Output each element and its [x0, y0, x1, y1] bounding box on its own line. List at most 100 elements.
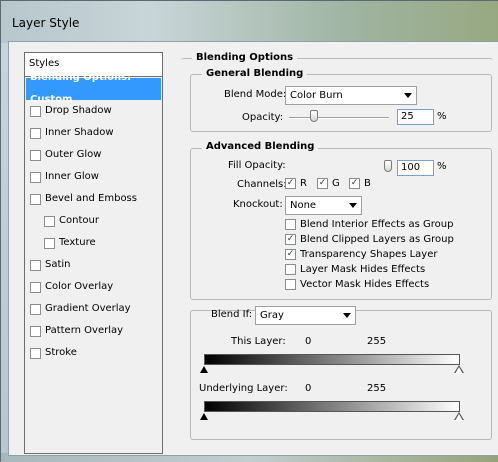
- option-label: Blend Interior Effects as Group: [300, 219, 454, 230]
- option-checkbox[interactable]: [285, 264, 296, 275]
- styles-list: Styles Blending Options: Custom Drop Shad…: [24, 52, 163, 454]
- style-item-pattern-overlay[interactable]: Pattern Overlay: [26, 320, 161, 342]
- style-item-checkbox[interactable]: [44, 237, 55, 249]
- underlying-layer-gradient: [204, 401, 460, 412]
- option-label: Vector Mask Hides Effects: [300, 279, 430, 290]
- option-transparency-shapes-layer[interactable]: Transparency Shapes Layer: [285, 249, 437, 260]
- blend-mode-select[interactable]: Color Burn: [285, 86, 417, 105]
- style-item-stroke[interactable]: Stroke: [26, 342, 161, 364]
- window-title: Layer Style: [12, 16, 80, 30]
- style-item-contour[interactable]: Contour: [26, 210, 161, 232]
- option-checkbox[interactable]: [285, 279, 296, 290]
- fill-opacity-label: Fill Opacity:: [228, 160, 286, 171]
- option-checkbox[interactable]: [285, 249, 296, 260]
- style-item-checkbox[interactable]: [30, 171, 41, 183]
- option-blend-interior-effects-as-group[interactable]: Blend Interior Effects as Group: [285, 219, 453, 230]
- style-item-inner-shadow[interactable]: Inner Shadow: [26, 122, 161, 144]
- style-item-checkbox[interactable]: [30, 259, 41, 271]
- style-item-outer-glow[interactable]: Outer Glow: [26, 144, 161, 166]
- option-checkbox[interactable]: [285, 234, 296, 245]
- this-layer-gradient: [204, 354, 460, 365]
- option-vector-mask-hides-effects[interactable]: Vector Mask Hides Effects: [285, 279, 429, 290]
- channel-r[interactable]: R: [285, 178, 307, 189]
- style-item-drop-shadow[interactable]: Drop Shadow: [26, 100, 161, 122]
- blend-if-label: Blend If:: [211, 309, 253, 320]
- fill-opacity-ticks: [290, 165, 388, 167]
- channel-g-checkbox[interactable]: [317, 178, 328, 189]
- channel-r-label: R: [300, 178, 307, 189]
- opacity-input[interactable]: 25: [397, 109, 434, 125]
- channel-g-label: G: [332, 178, 340, 189]
- style-item-label: Outer Glow: [45, 149, 102, 160]
- style-item-checkbox[interactable]: [30, 193, 41, 205]
- channel-g[interactable]: G: [317, 178, 340, 189]
- underlying-layer-white-slider[interactable]: [455, 414, 463, 421]
- this-layer-label: This Layer:: [231, 336, 286, 347]
- this-layer-max: 255: [367, 336, 387, 347]
- blend-if-select[interactable]: Gray: [255, 306, 356, 325]
- option-layer-mask-hides-effects[interactable]: Layer Mask Hides Effects: [285, 264, 425, 275]
- style-item-checkbox[interactable]: [30, 105, 41, 117]
- dialog-client-area: Styles Blending Options: Custom Drop Shad…: [8, 41, 498, 456]
- option-label: Blend Clipped Layers as Group: [300, 234, 454, 245]
- knockout-label: Knockout:: [233, 199, 283, 210]
- channel-b-label: B: [364, 178, 371, 189]
- channel-b[interactable]: B: [349, 178, 371, 189]
- style-item-texture[interactable]: Texture: [26, 232, 161, 254]
- underlying-layer-min: 0: [305, 383, 312, 394]
- style-item-label: Texture: [59, 237, 96, 248]
- fill-opacity-value: 100: [401, 162, 421, 173]
- opacity-value: 25: [401, 111, 414, 122]
- blend-mode-label: Blend Mode:: [224, 89, 287, 100]
- style-item-checkbox[interactable]: [30, 149, 41, 161]
- blend-if-value: Gray: [260, 310, 284, 321]
- fill-opacity-input[interactable]: 100: [397, 160, 434, 176]
- channel-r-checkbox[interactable]: [285, 178, 296, 189]
- channel-b-checkbox[interactable]: [349, 178, 360, 189]
- blending-options-title: Blending Options: [192, 52, 298, 63]
- style-item-label: Bevel and Emboss: [45, 193, 137, 204]
- this-layer-white-slider[interactable]: [455, 367, 463, 374]
- style-item-label: Color Overlay: [45, 281, 114, 292]
- style-item-checkbox[interactable]: [30, 281, 41, 293]
- style-item-checkbox[interactable]: [30, 347, 41, 359]
- title-bar[interactable]: Layer Style: [1, 1, 498, 43]
- opacity-label: Opacity:: [242, 112, 284, 123]
- style-item-checkbox[interactable]: [44, 215, 55, 227]
- fill-opacity-unit: %: [437, 161, 447, 172]
- style-item-label: Inner Shadow: [45, 127, 114, 138]
- style-item-checkbox[interactable]: [30, 127, 41, 139]
- style-item-label: Stroke: [45, 347, 77, 358]
- underlying-layer-black-slider[interactable]: [200, 413, 208, 420]
- style-item-satin[interactable]: Satin: [26, 254, 161, 276]
- blend-mode-value: Color Burn: [290, 90, 343, 101]
- this-layer-min: 0: [305, 336, 312, 347]
- style-item-gradient-overlay[interactable]: Gradient Overlay: [26, 298, 161, 320]
- style-item-label: Drop Shadow: [45, 105, 112, 116]
- style-item-label: Inner Glow: [45, 171, 99, 182]
- option-blend-clipped-layers-as-group[interactable]: Blend Clipped Layers as Group: [285, 234, 454, 245]
- style-item-checkbox[interactable]: [30, 325, 41, 337]
- chevron-down-icon: [349, 203, 357, 208]
- channels-label: Channels:: [237, 179, 287, 190]
- option-checkbox[interactable]: [285, 219, 296, 230]
- chevron-down-icon: [404, 93, 412, 98]
- style-item-checkbox[interactable]: [30, 303, 41, 315]
- style-item-bevel-and-emboss[interactable]: Bevel and Emboss: [26, 188, 161, 210]
- opacity-unit: %: [437, 111, 447, 122]
- general-blending-title: General Blending: [202, 68, 308, 79]
- this-layer-black-slider[interactable]: [200, 366, 208, 373]
- style-item-inner-glow[interactable]: Inner Glow: [26, 166, 161, 188]
- opacity-slider-thumb[interactable]: [310, 110, 318, 122]
- option-label: Layer Mask Hides Effects: [300, 264, 426, 275]
- underlying-layer-label: Underlying Layer:: [199, 383, 288, 394]
- style-item-label: Pattern Overlay: [45, 325, 124, 336]
- style-item-blending-options-custom[interactable]: Blending Options: Custom: [26, 72, 161, 105]
- style-item-label: Gradient Overlay: [45, 303, 131, 314]
- layer-style-dialog: Layer Style Styles Blending Options: Cus…: [0, 0, 498, 462]
- style-item-color-overlay[interactable]: Color Overlay: [26, 276, 161, 298]
- opacity-slider-track[interactable]: [289, 117, 389, 119]
- fill-opacity-slider-thumb[interactable]: [384, 160, 392, 172]
- option-label: Transparency Shapes Layer: [300, 249, 438, 260]
- knockout-select[interactable]: None: [285, 196, 362, 215]
